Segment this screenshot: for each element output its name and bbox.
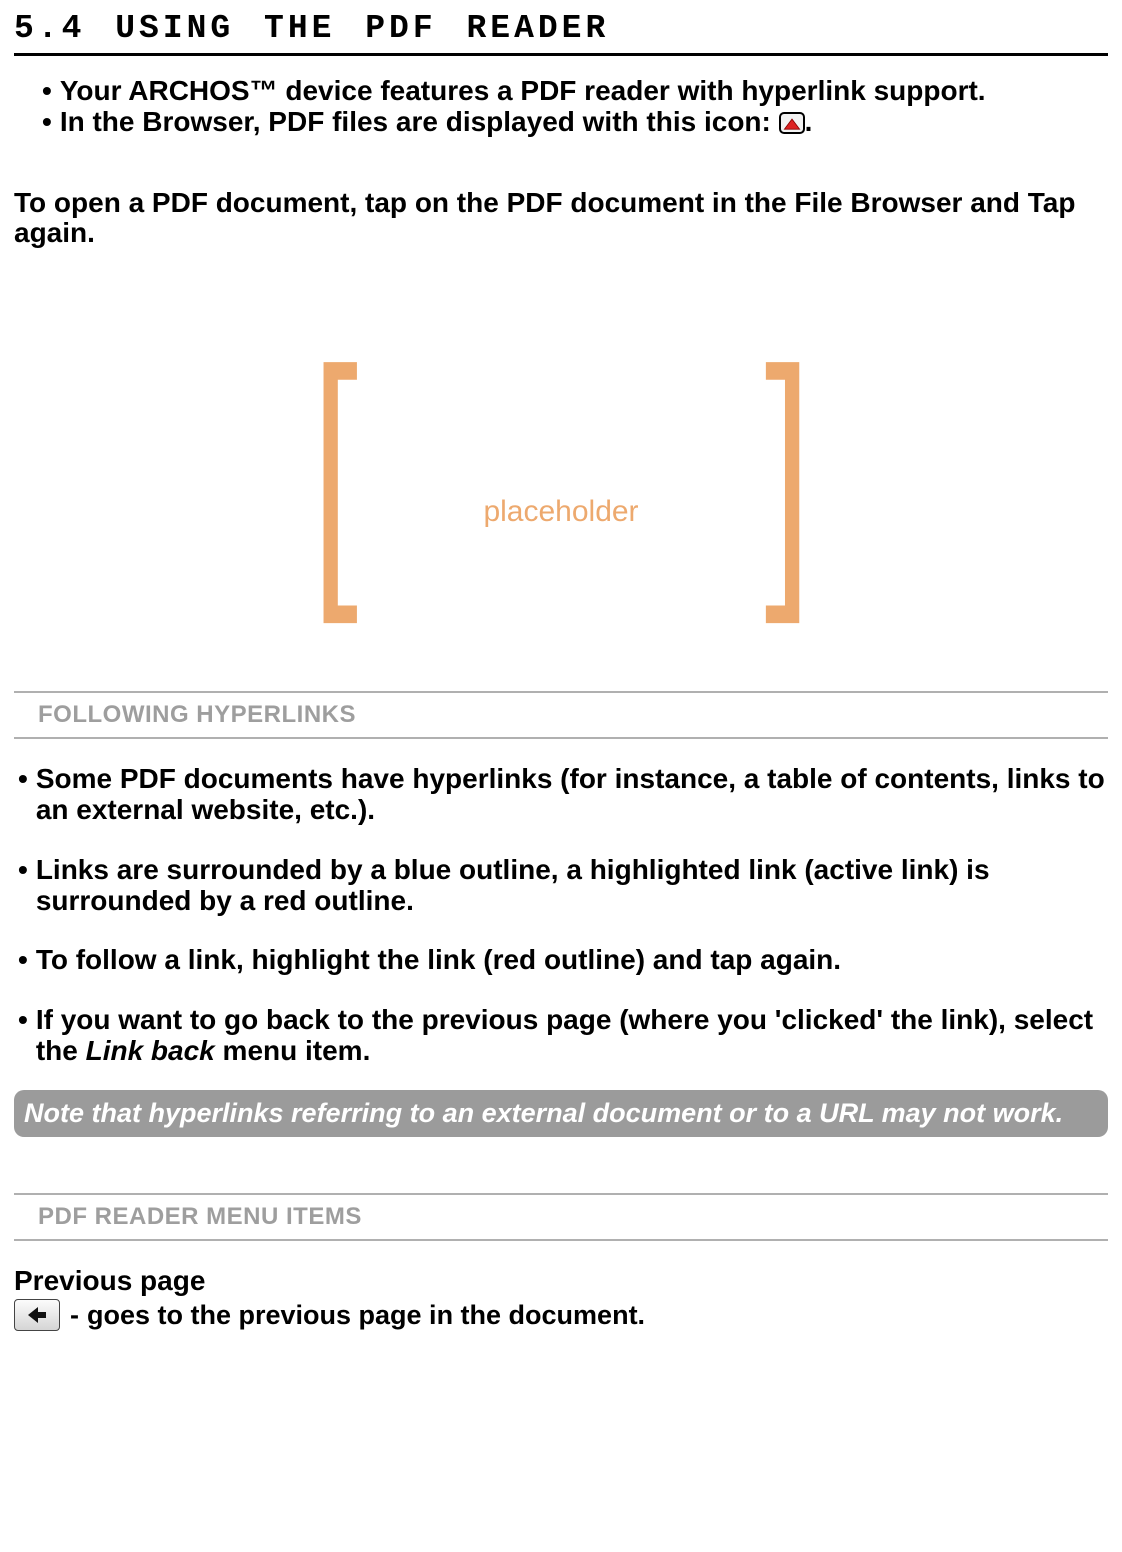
hyperlinks-bullet-4: • If you want to go back to the previous… <box>18 1004 1108 1067</box>
hyperlinks-bullet-3: • To follow a link, highlight the link (… <box>18 944 1108 975</box>
intro-bullet-1: • Your ARCHOS™ device features a PDF rea… <box>42 76 1108 107</box>
dash: - <box>70 1300 79 1331</box>
hyperlinks-bullet-3-text: To follow a link, highlight the link (re… <box>36 944 1108 975</box>
placeholder-figure: [ placeholder ] <box>14 369 1108 571</box>
bullet-dot: • <box>18 944 28 975</box>
intro-bullet-2-before: In the Browser, PDF files are displayed … <box>60 106 779 137</box>
hyperlinks-list: • Some PDF documents have hyperlinks (fo… <box>14 739 1108 1067</box>
placeholder-label: placeholder <box>373 495 748 529</box>
hyperlinks-bullet-4-link-back: Link back <box>86 1035 215 1066</box>
hyperlinks-bullet-2: • Links are surrounded by a blue outline… <box>18 854 1108 917</box>
bracket-right-icon: ] <box>764 369 811 571</box>
menu-item-previous-page: Previous page - goes to the previous pag… <box>14 1265 1108 1331</box>
note-box: Note that hyperlinks referring to an ext… <box>14 1090 1108 1137</box>
hyperlinks-bullet-1-text: Some PDF documents have hyperlinks (for … <box>36 763 1108 826</box>
intro-bullet-2: • In the Browser, PDF files are displaye… <box>42 107 1108 138</box>
hyperlinks-bullet-4-b: menu item. <box>215 1035 371 1066</box>
intro-list: • Your ARCHOS™ device features a PDF rea… <box>14 76 1108 138</box>
hyperlinks-bullet-4-text: If you want to go back to the previous p… <box>36 1004 1108 1067</box>
intro-bullet-2-text: In the Browser, PDF files are displayed … <box>60 107 1108 138</box>
hyperlinks-bullet-2-text: Links are surrounded by a blue outline, … <box>36 854 1108 917</box>
hyperlinks-bullet-1: • Some PDF documents have hyperlinks (fo… <box>18 763 1108 826</box>
previous-page-desc: goes to the previous page in the documen… <box>87 1300 645 1331</box>
section-heading: 5.4 USING THE PDF READER <box>14 10 1108 56</box>
subheading-pdf-menu-items: PDF READER MENU ITEMS <box>14 1193 1108 1241</box>
pdf-file-icon <box>779 112 805 134</box>
bullet-dot: • <box>42 76 52 107</box>
bullet-dot: • <box>18 854 28 917</box>
bullet-dot: • <box>42 107 52 138</box>
bracket-left-icon: [ <box>311 369 358 571</box>
arrow-left-icon <box>14 1299 60 1331</box>
subheading-following-hyperlinks: FOLLOWING HYPERLINKS <box>14 691 1108 739</box>
bullet-dot: • <box>18 763 28 826</box>
intro-bullet-1-text: Your ARCHOS™ device features a PDF reade… <box>60 76 1108 107</box>
open-paragraph: To open a PDF document, tap on the PDF d… <box>14 188 1108 250</box>
bullet-dot: • <box>18 1004 28 1067</box>
intro-bullet-2-after: . <box>805 106 813 137</box>
previous-page-title: Previous page <box>14 1265 1108 1297</box>
